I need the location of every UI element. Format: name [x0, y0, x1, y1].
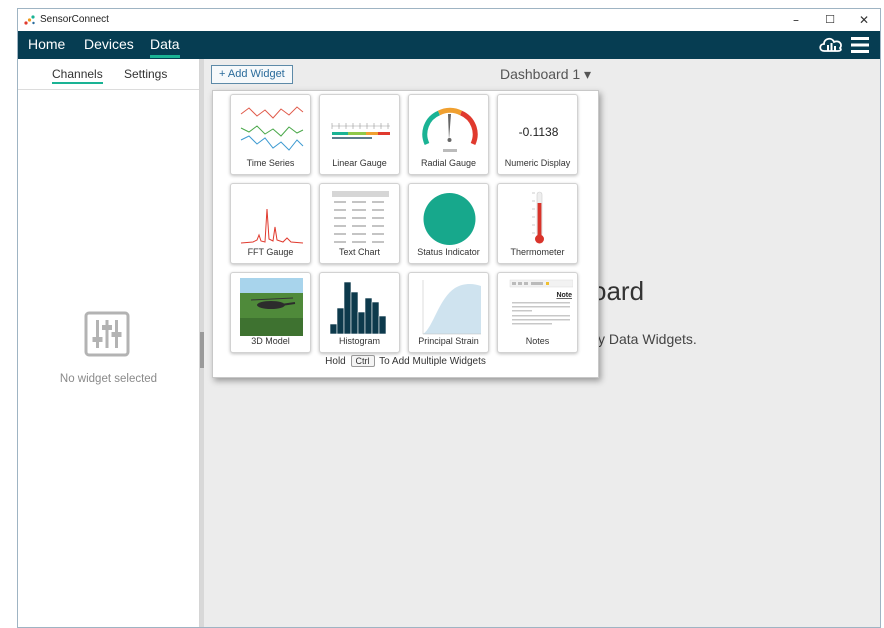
- sidebar: Channels Settings No widget selected: [18, 59, 200, 627]
- no-widget-selected-text: No widget selected: [59, 373, 158, 385]
- window-title: SensorConnect: [40, 14, 109, 25]
- widget-fft-gauge[interactable]: FFT Gauge: [230, 183, 311, 264]
- widget-label: FFT Gauge: [247, 247, 294, 257]
- numeric-preview-value: -0.1138: [519, 125, 559, 139]
- nav-devices[interactable]: Devices: [84, 36, 134, 52]
- widget-label: Thermometer: [510, 247, 565, 257]
- hint-suffix: To Add Multiple Widgets: [379, 356, 486, 367]
- status-indicator-preview-icon: [423, 193, 476, 245]
- app-window: SensorConnect – ☐ ✕ Home Devices Data Ch…: [17, 8, 881, 628]
- widget-text-chart[interactable]: Text Chart: [319, 183, 400, 264]
- widget-numeric-display[interactable]: -0.1138 Numeric Display: [497, 94, 578, 175]
- linear-gauge-preview-icon: [331, 123, 390, 139]
- minimize-button[interactable]: –: [788, 12, 804, 28]
- dashboard-empty-subtitle: y Data Widgets.: [598, 331, 697, 347]
- dashboard-empty-title: oard: [592, 276, 645, 306]
- sliders-icon: [84, 311, 130, 357]
- widget-label: Status Indicator: [417, 247, 480, 257]
- add-widget-button[interactable]: + Add Widget: [211, 65, 293, 84]
- widget-label: Linear Gauge: [332, 158, 387, 168]
- widget-histogram[interactable]: Histogram: [319, 272, 400, 353]
- widget-label: Histogram: [338, 336, 380, 346]
- widget-notes[interactable]: Note Notes: [497, 272, 578, 353]
- widget-label: Numeric Display: [504, 158, 571, 168]
- radial-gauge-preview-icon: [422, 107, 478, 152]
- widget-label: Time Series: [246, 158, 295, 168]
- widget-thermometer[interactable]: Thermometer: [497, 183, 578, 264]
- widget-label: Radial Gauge: [420, 158, 477, 168]
- top-nav: Home Devices Data: [18, 31, 880, 59]
- cloud-upload-icon[interactable]: [818, 34, 844, 56]
- hint-prefix: Hold: [325, 356, 346, 367]
- widget-label: Principal Strain: [418, 336, 479, 346]
- maximize-button[interactable]: ☐: [822, 12, 838, 28]
- time-series-preview-icon: [240, 106, 304, 151]
- thermometer-preview-icon: [532, 191, 544, 244]
- tab-channels[interactable]: Channels: [52, 67, 103, 84]
- close-button[interactable]: ✕: [856, 12, 872, 28]
- widget-time-series[interactable]: Time Series: [230, 94, 311, 175]
- principal-strain-preview-icon: [422, 280, 481, 335]
- tab-settings[interactable]: Settings: [124, 67, 167, 81]
- ctrl-key-badge: Ctrl: [350, 355, 375, 367]
- add-widget-popup: Time Series Linear Gauge Radial Gauge -0…: [212, 90, 599, 378]
- multi-add-hint: Hold Ctrl To Add Multiple Widgets: [213, 355, 598, 367]
- nav-data[interactable]: Data: [150, 36, 180, 58]
- dashboard-area: Dashboard 1 ▾ oard y Data Widgets. + Add…: [204, 59, 880, 627]
- widget-label: Text Chart: [338, 247, 380, 257]
- widget-radial-gauge[interactable]: Radial Gauge: [408, 94, 489, 175]
- nav-home[interactable]: Home: [28, 36, 65, 52]
- widget-status-indicator[interactable]: Status Indicator: [408, 183, 489, 264]
- fft-gauge-preview-icon: [240, 208, 304, 244]
- histogram-preview-icon: [329, 281, 387, 335]
- widget-3d-model[interactable]: 3D Model: [230, 272, 311, 353]
- notes-preview-icon: Note: [509, 279, 573, 325]
- text-chart-preview-icon: [332, 191, 389, 243]
- 3d-model-preview-icon: [240, 278, 303, 336]
- title-bar: SensorConnect – ☐ ✕: [18, 9, 880, 31]
- sensorconnect-logo-icon: [24, 15, 35, 25]
- sidebar-divider: [18, 89, 199, 90]
- hamburger-menu-icon[interactable]: [850, 36, 870, 54]
- widget-label: Notes: [525, 336, 550, 346]
- dashboard-title-dropdown[interactable]: Dashboard 1 ▾: [500, 66, 591, 83]
- widget-label: 3D Model: [251, 336, 290, 346]
- numeric-display-preview-icon: -0.1138: [519, 125, 559, 139]
- widget-linear-gauge[interactable]: Linear Gauge: [319, 94, 400, 175]
- notes-preview-heading: Note: [556, 292, 572, 299]
- widget-principal-strain[interactable]: Principal Strain: [408, 272, 489, 353]
